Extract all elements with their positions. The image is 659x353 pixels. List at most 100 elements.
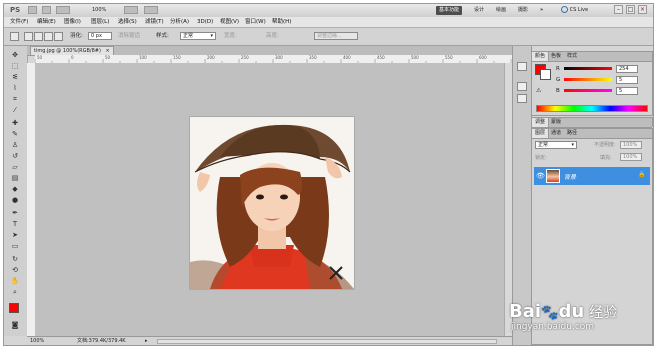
tab-styles[interactable]: 样式 bbox=[564, 52, 580, 61]
minimize-button[interactable]: – bbox=[614, 5, 623, 14]
gradient-tool-icon[interactable]: ▤ bbox=[10, 175, 20, 182]
tab-layers[interactable]: 图层 bbox=[532, 129, 550, 138]
tab-masks[interactable]: 蒙版 bbox=[548, 118, 564, 127]
status-arrow-icon[interactable]: ▸ bbox=[145, 337, 148, 345]
close-tab-icon[interactable]: × bbox=[106, 48, 110, 54]
document-image[interactable] bbox=[190, 117, 354, 289]
tab-adjustments[interactable]: 调整 bbox=[532, 118, 550, 127]
opacity-input[interactable]: 100% bbox=[620, 141, 642, 149]
menu-edit[interactable]: 编辑(E) bbox=[37, 18, 56, 26]
new-selection-icon[interactable] bbox=[24, 32, 33, 41]
path-select-tool-icon[interactable]: ➤ bbox=[10, 232, 20, 239]
history-brush-tool-icon[interactable]: ↺ bbox=[10, 153, 20, 160]
pen-tool-icon[interactable]: ✒ bbox=[10, 210, 20, 217]
move-tool-icon[interactable]: ✥ bbox=[10, 52, 20, 59]
quick-mask-icon[interactable]: ◙ bbox=[10, 322, 20, 329]
maximize-button[interactable]: □ bbox=[626, 5, 635, 14]
canvas-area[interactable] bbox=[35, 63, 504, 336]
blue-value-input[interactable]: 5 bbox=[616, 87, 638, 95]
menu-filter[interactable]: 滤镜(T) bbox=[145, 18, 164, 26]
gamut-warning-icon[interactable]: ⚠ bbox=[536, 87, 541, 94]
workspace-more-button[interactable]: » bbox=[540, 6, 543, 15]
hand-tool-icon[interactable]: ✋ bbox=[10, 278, 20, 285]
add-selection-icon[interactable] bbox=[34, 32, 43, 41]
document-size-info[interactable]: 文档:379.4K/379.4K bbox=[77, 337, 126, 345]
menu-image[interactable]: 图像(I) bbox=[64, 18, 81, 26]
marquee-preset-icon[interactable] bbox=[10, 32, 19, 41]
menu-help[interactable]: 帮助(H) bbox=[272, 18, 291, 26]
green-slider[interactable] bbox=[564, 78, 612, 81]
view-extras-icon[interactable] bbox=[56, 6, 70, 14]
menu-analysis[interactable]: 分析(A) bbox=[170, 18, 189, 26]
document-tab[interactable]: timg.jpg @ 100%(RGB/8#) × bbox=[30, 46, 114, 55]
cs-live-icon bbox=[561, 6, 568, 13]
layer-row-background[interactable]: 👁 背景 🔒 bbox=[534, 167, 650, 185]
healing-brush-tool-icon[interactable]: ✚ bbox=[10, 120, 20, 127]
menu-file[interactable]: 文件(F) bbox=[10, 18, 28, 26]
bridge-icon[interactable] bbox=[28, 6, 37, 14]
workspace-photography[interactable]: 摄影 bbox=[518, 6, 528, 15]
color-panel: 颜色 色板 样式 R 254 G 5 B 5 ⚠ bbox=[531, 51, 653, 116]
style-select[interactable]: 正常 ▾ bbox=[180, 32, 216, 40]
dodge-tool-icon[interactable]: ● bbox=[10, 197, 20, 204]
cs-live-button[interactable]: CS Live bbox=[561, 6, 588, 15]
workspace-painting[interactable]: 绘画 bbox=[496, 6, 506, 15]
quick-select-tool-icon[interactable]: ⌇ bbox=[10, 85, 20, 92]
zoom-level[interactable]: 100% bbox=[92, 5, 106, 15]
tab-swatches[interactable]: 色板 bbox=[548, 52, 564, 61]
tab-color[interactable]: 颜色 bbox=[532, 52, 550, 61]
menu-view[interactable]: 视图(V) bbox=[220, 18, 239, 26]
clone-stamp-tool-icon[interactable]: ♙ bbox=[10, 142, 20, 149]
horizontal-scrollbar[interactable] bbox=[157, 339, 497, 344]
mini-bridge-icon[interactable] bbox=[42, 6, 51, 14]
arrange-documents-icon[interactable] bbox=[124, 6, 138, 14]
color-bg-swatch[interactable] bbox=[540, 69, 551, 80]
paragraph-panel-icon[interactable] bbox=[517, 94, 527, 103]
brush-tool-icon[interactable]: ✎ bbox=[10, 131, 20, 138]
character-panel-icon[interactable] bbox=[517, 82, 527, 91]
menu-layer[interactable]: 图层(L) bbox=[91, 18, 109, 26]
crop-tool-icon[interactable]: ⌗ bbox=[10, 96, 20, 103]
feather-input[interactable]: 0 px bbox=[88, 32, 112, 40]
application-bar: PS 100% 基本功能 设计 绘画 摄影 » CS Live – □ × bbox=[4, 4, 653, 18]
workspace-design[interactable]: 设计 bbox=[474, 6, 484, 15]
fill-input[interactable]: 100% bbox=[620, 153, 642, 161]
color-spectrum-bar[interactable] bbox=[536, 105, 648, 112]
cs-live-label: CS Live bbox=[569, 7, 589, 13]
blue-slider[interactable] bbox=[564, 89, 612, 92]
intersect-selection-icon[interactable] bbox=[54, 32, 63, 41]
eyedropper-tool-icon[interactable]: ⁄ bbox=[10, 107, 20, 114]
red-slider[interactable] bbox=[564, 67, 612, 70]
menu-select[interactable]: 选择(S) bbox=[118, 18, 137, 26]
history-panel-icon[interactable] bbox=[517, 62, 527, 71]
refine-edge-button[interactable]: 调整边缘... bbox=[314, 32, 358, 40]
menu-3d[interactable]: 3D(D) bbox=[197, 18, 213, 26]
ruler-label: 300 bbox=[275, 55, 283, 60]
foreground-color-swatch[interactable] bbox=[9, 303, 19, 313]
blur-tool-icon[interactable]: ◆ bbox=[10, 186, 20, 193]
workspace-essentials[interactable]: 基本功能 bbox=[436, 6, 463, 15]
layer-thumbnail bbox=[546, 169, 560, 183]
antialias-checkbox[interactable]: 消除锯齿 bbox=[118, 33, 140, 40]
tab-paths[interactable]: 路径 bbox=[564, 129, 580, 138]
ruler-label: 150 bbox=[173, 55, 181, 60]
eraser-tool-icon[interactable]: ▱ bbox=[10, 164, 20, 171]
blend-mode-select[interactable]: 正常 ▾ bbox=[535, 141, 577, 149]
lasso-tool-icon[interactable]: ᓬ bbox=[10, 74, 20, 81]
3d-rotate-tool-icon[interactable]: ↻ bbox=[10, 256, 20, 263]
tab-channels[interactable]: 通道 bbox=[548, 129, 564, 138]
zoom-tool-icon[interactable]: ⌕ bbox=[10, 289, 20, 296]
status-zoom[interactable]: 100% bbox=[30, 337, 44, 345]
eye-icon[interactable]: 👁 bbox=[536, 172, 545, 180]
subtract-selection-icon[interactable] bbox=[44, 32, 53, 41]
screen-mode-icon[interactable] bbox=[144, 6, 158, 14]
marquee-tool-icon[interactable]: ⬚ bbox=[10, 63, 20, 70]
close-button[interactable]: × bbox=[638, 5, 647, 14]
menu-window[interactable]: 窗口(W) bbox=[245, 18, 266, 26]
3d-orbit-tool-icon[interactable]: ⟲ bbox=[10, 267, 20, 274]
red-value-input[interactable]: 254 bbox=[616, 65, 638, 73]
shape-tool-icon[interactable]: ▭ bbox=[10, 243, 20, 250]
green-value-input[interactable]: 5 bbox=[616, 76, 638, 84]
type-tool-icon[interactable]: T bbox=[10, 221, 20, 228]
portrait-photo bbox=[190, 117, 354, 289]
